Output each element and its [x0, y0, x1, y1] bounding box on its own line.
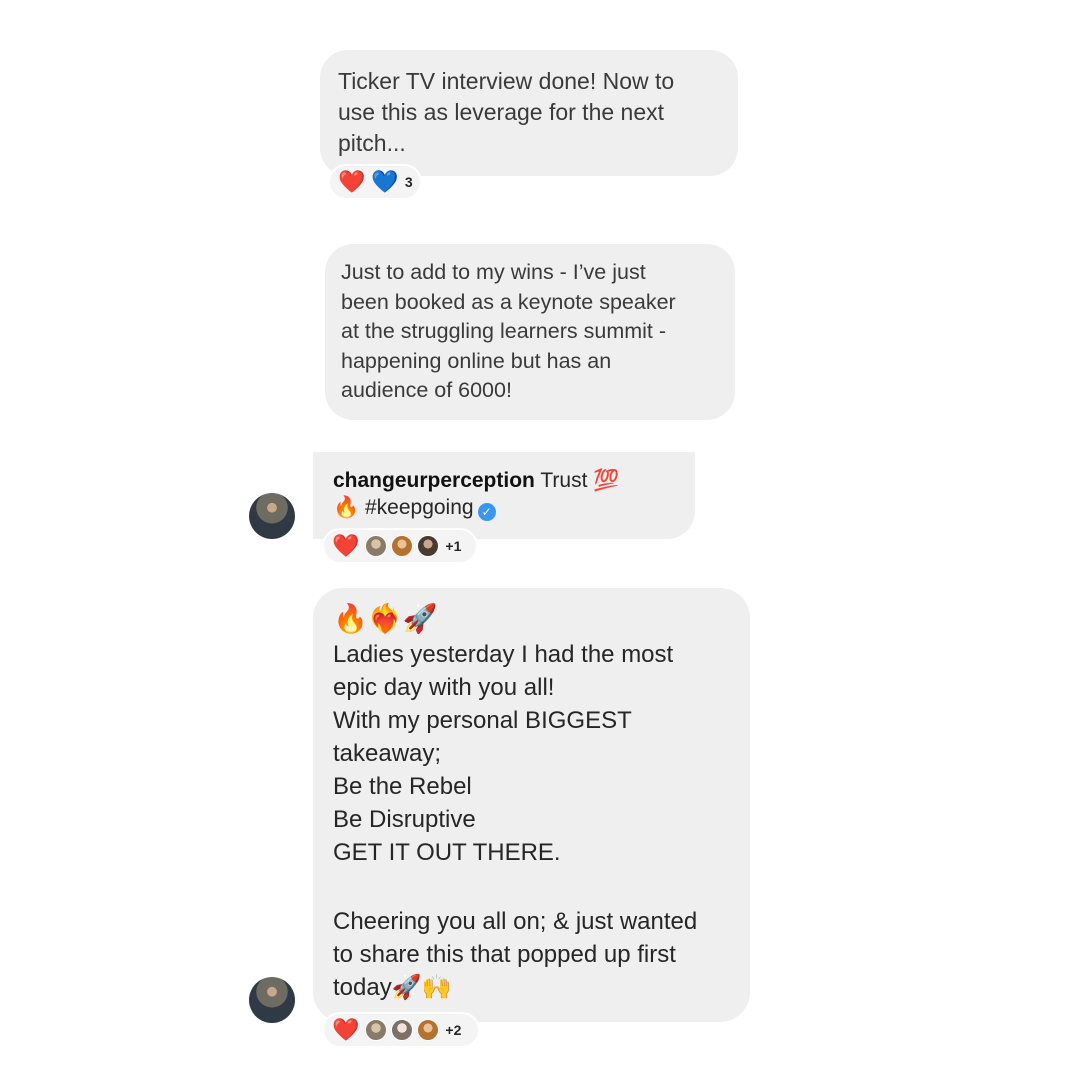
message-line: use this as leverage for the next: [338, 99, 665, 125]
message-line: today🚀🙌: [333, 974, 452, 1001]
reaction-count: +2: [445, 1022, 462, 1038]
username[interactable]: changeurperception: [333, 469, 535, 492]
avatar[interactable]: [249, 977, 295, 1023]
reaction-count: +1: [445, 538, 462, 554]
message-line: happening online but has an: [341, 348, 612, 373]
message-line: Be the Rebel: [333, 773, 472, 800]
message-line: at the struggling learners summit -: [341, 319, 667, 343]
red-heart-icon: ❤️: [332, 1017, 360, 1042]
message-bubble-keynote[interactable]: Just to add to my wins - I’ve just been …: [325, 244, 735, 420]
reactor-avatar: [365, 535, 388, 557]
message-line: Ladies yesterday I had the most: [333, 641, 674, 668]
message-bubble-ladies[interactable]: 🔥❤️‍🔥🚀 Ladies yesterday I had the most e…: [313, 588, 750, 1022]
reaction-count: 3: [404, 174, 413, 190]
message-line: been booked as a keynote speaker: [341, 289, 676, 314]
reactions-bar[interactable]: ❤️ +1: [322, 528, 478, 564]
message-line: Ticker TV interview done! Now to: [338, 68, 675, 94]
message-line: Be Disruptive: [333, 806, 476, 833]
red-heart-icon: ❤️: [338, 169, 366, 194]
message-line: takeaway;: [333, 740, 442, 767]
verified-badge-icon: ✓: [477, 503, 496, 521]
message-line: epic day with you all!: [333, 674, 555, 701]
reactor-avatar: [417, 1019, 440, 1041]
red-heart-icon: ❤️: [332, 533, 360, 558]
message-bubble-comment[interactable]: changeurperception Trust 💯 🔥 #keepgoing ✓: [313, 452, 695, 539]
message-line: pitch...: [338, 130, 406, 156]
reactor-avatar: [417, 535, 440, 557]
reactions-bar[interactable]: ❤️ 💙 3: [328, 164, 422, 200]
message-line: Just to add to my wins - I’ve just: [341, 260, 646, 284]
message-line: Cheering you all on; & just wanted: [333, 908, 698, 935]
message-bubble-ticker-tv[interactable]: Ticker TV interview done! Now to use thi…: [320, 50, 738, 176]
message-line: to share this that popped up first: [333, 941, 676, 968]
message-line: With my personal BIGGEST: [333, 707, 632, 734]
reactor-avatar: [391, 535, 414, 557]
comment-line-2: 🔥 #keepgoing: [333, 496, 474, 519]
comment-text: Trust 💯: [540, 469, 620, 492]
message-line: audience of 6000!: [341, 378, 512, 402]
reactions-bar[interactable]: ❤️ +2: [322, 1012, 480, 1048]
emoji-line: 🔥❤️‍🔥🚀: [333, 603, 438, 634]
reactor-avatar: [365, 1019, 388, 1041]
blue-heart-icon: 💙: [371, 169, 399, 194]
message-line: GET IT OUT THERE.: [333, 839, 561, 866]
avatar[interactable]: [249, 493, 295, 539]
reactor-avatar: [391, 1019, 414, 1041]
